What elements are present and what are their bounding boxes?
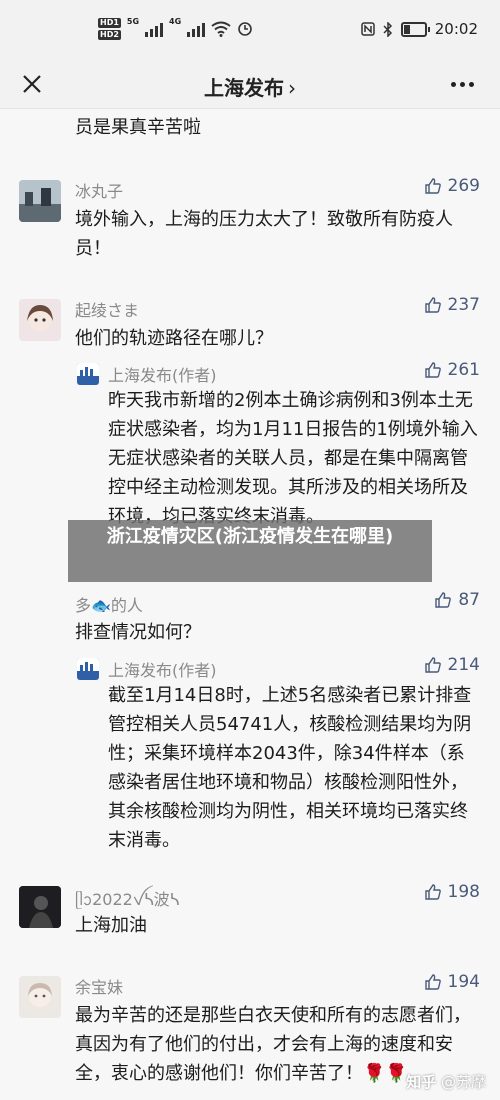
nav-bar: 上海发布 › xyxy=(0,60,500,109)
sync-icon xyxy=(238,22,252,36)
reply-author[interactable]: 上海发布(作者) xyxy=(108,362,217,386)
like-button[interactable]: 237 xyxy=(424,295,480,315)
reply-text: 截至1月14日8时，上述5名感染者已累计排查管控相关人员54741人，核酸检测结… xyxy=(108,685,472,851)
like-count: 214 xyxy=(447,655,480,675)
like-count: 237 xyxy=(447,295,480,315)
like-button[interactable]: 214 xyxy=(424,655,480,675)
like-button[interactable]: 269 xyxy=(424,176,480,196)
like-count: 194 xyxy=(447,972,480,992)
comment-author[interactable]: 冰丸子 xyxy=(75,178,123,202)
like-button[interactable]: 194 xyxy=(424,972,480,992)
like-count: 87 xyxy=(458,590,480,610)
comment-text: 境外输入，上海的压力太大了！致敬所有防疫人员！ xyxy=(75,209,453,259)
thumbs-up-icon xyxy=(435,592,452,608)
watermark-brand: 知乎 xyxy=(406,1073,437,1091)
more-icon xyxy=(450,81,456,87)
thumbs-up-icon xyxy=(424,178,441,194)
thumbs-up-icon xyxy=(424,884,441,900)
page-title: 上海发布 xyxy=(204,76,284,100)
bluetooth-icon xyxy=(383,21,392,37)
more-button[interactable] xyxy=(444,66,480,102)
like-count: 198 xyxy=(447,882,480,902)
truncated-comment-text: 员是果真辛苦啦 xyxy=(75,117,201,138)
comment-author[interactable]: 多🐟的人 xyxy=(75,592,143,616)
battery-icon xyxy=(400,21,430,37)
avatar[interactable] xyxy=(19,180,61,222)
avatar[interactable] xyxy=(19,976,61,1018)
network-4g-label: 4G xyxy=(169,17,182,26)
comment-text: 他们的轨迹路径在哪儿？ xyxy=(75,328,273,349)
author-avatar[interactable] xyxy=(77,658,99,680)
signal-icon xyxy=(187,21,206,37)
like-count: 261 xyxy=(447,360,480,380)
thumbs-up-icon xyxy=(424,974,441,990)
page-title-link[interactable]: 上海发布 › xyxy=(0,72,500,101)
chevron-right-icon: › xyxy=(288,76,296,100)
clock: 20:02 xyxy=(434,20,478,38)
thumbs-up-icon xyxy=(424,657,441,673)
thumbs-up-icon xyxy=(424,297,441,313)
hd1-badge: HD1 xyxy=(98,18,121,28)
avatar[interactable] xyxy=(19,299,61,341)
article-title-banner: 浙江疫情灾区(浙江疫情发生在哪里) xyxy=(68,520,432,582)
status-left: HD1 HD2 5G 4G xyxy=(98,17,253,41)
hd-indicator: HD1 HD2 xyxy=(98,17,121,41)
wifi-icon xyxy=(211,21,231,37)
reply-author[interactable]: 上海发布(作者) xyxy=(108,657,217,681)
comment-text: 排查情况如何？ xyxy=(75,622,201,643)
network-5g-label: 5G xyxy=(126,17,140,26)
watermark: 知乎 @苏摩 xyxy=(406,1071,486,1092)
comment-author[interactable]: 余宝妹 xyxy=(75,974,123,998)
comment-text: 上海加油 xyxy=(75,915,147,936)
comment-author[interactable]: 起绫さま xyxy=(75,297,139,321)
hd2-badge: HD2 xyxy=(98,30,121,40)
status-right: 20:02 xyxy=(361,20,478,38)
author-avatar[interactable] xyxy=(77,363,99,385)
like-count: 269 xyxy=(447,176,480,196)
watermark-user: @苏摩 xyxy=(440,1073,486,1091)
reply-text: 昨天我市新增的2例本土确诊病例和3例本土无症状感染者，均为1月11日报告的1例境… xyxy=(108,390,478,527)
like-button[interactable]: 261 xyxy=(424,360,480,380)
nfc-icon xyxy=(361,22,375,36)
like-button[interactable]: 198 xyxy=(424,882,480,902)
avatar[interactable] xyxy=(19,886,61,928)
like-button[interactable]: 87 xyxy=(434,590,480,610)
signal-icon xyxy=(145,21,164,37)
thumbs-up-icon xyxy=(424,362,441,378)
status-bar: HD1 HD2 5G 4G 20:02 xyxy=(0,0,500,60)
